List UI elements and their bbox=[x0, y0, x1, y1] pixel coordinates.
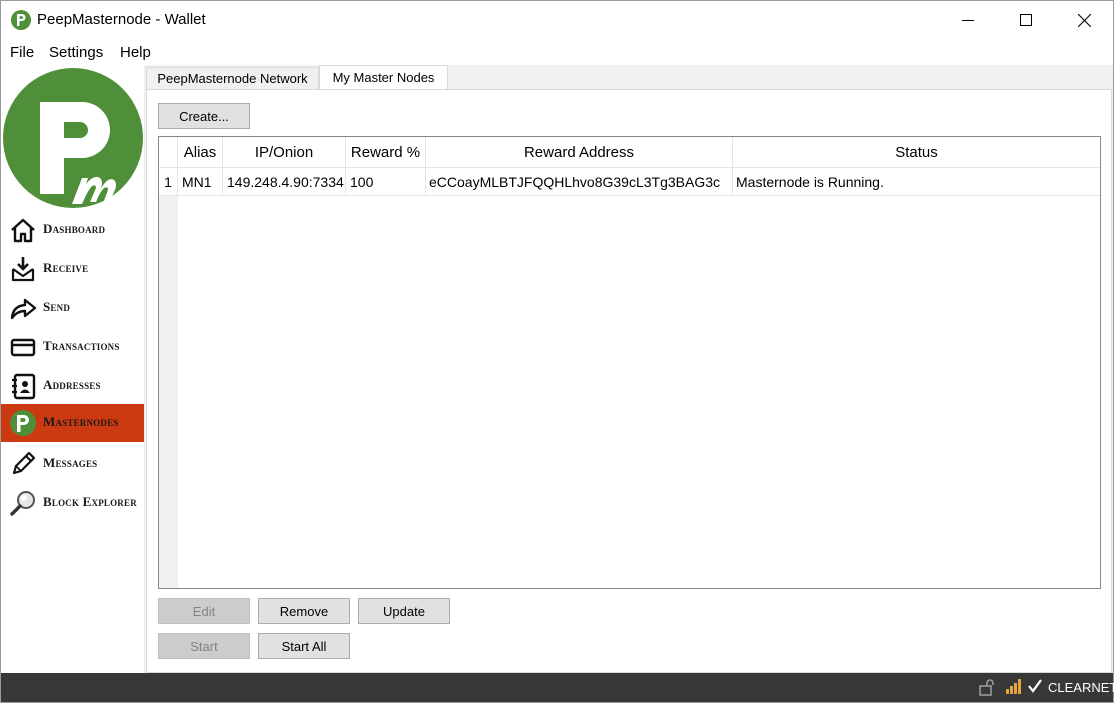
cell-alias[interactable]: MN1 bbox=[178, 168, 223, 196]
send-arrow-icon bbox=[10, 298, 37, 320]
minimize-icon bbox=[962, 20, 974, 21]
check-icon bbox=[1028, 679, 1042, 693]
signal-icon[interactable] bbox=[1005, 677, 1023, 695]
nav-block-explorer[interactable]: Block Explorer bbox=[1, 484, 144, 522]
row-header-column bbox=[159, 137, 178, 588]
start-all-button[interactable]: Start All bbox=[258, 633, 350, 659]
start-button[interactable]: Start bbox=[158, 633, 250, 659]
row-number: 1 bbox=[159, 168, 178, 196]
nav-send[interactable]: Send bbox=[1, 289, 144, 327]
close-icon bbox=[1077, 13, 1091, 27]
nav-send-label: Send bbox=[43, 299, 71, 314]
masternode-table[interactable]: Alias IP/Onion Reward % Reward Address S… bbox=[158, 136, 1101, 589]
nav-masternodes-label: Masternodes bbox=[43, 414, 119, 429]
cell-reward-pct[interactable]: 100 bbox=[346, 168, 426, 196]
receive-icon bbox=[11, 257, 35, 282]
window-title: PeepMasternode - Wallet bbox=[37, 11, 206, 28]
sidebar: Dashboard Receive Send Transactions Addr… bbox=[1, 65, 144, 673]
card-icon bbox=[10, 338, 36, 357]
app-logo-icon bbox=[11, 10, 31, 30]
column-header-reward-address[interactable]: Reward Address bbox=[426, 137, 733, 168]
remove-button[interactable]: Remove bbox=[258, 598, 350, 624]
app-window: PeepMasternode - Wallet File Settings He… bbox=[0, 0, 1114, 703]
table-corner bbox=[159, 137, 178, 168]
nav-masternodes[interactable]: Masternodes bbox=[1, 404, 144, 442]
lock-icon[interactable] bbox=[977, 678, 995, 696]
menu-bar: File Settings Help bbox=[1, 39, 1113, 65]
tab-my-master-nodes[interactable]: My Master Nodes bbox=[319, 65, 448, 89]
magnifier-icon bbox=[10, 491, 35, 516]
nav-messages-label: Messages bbox=[43, 455, 98, 470]
network-mode-label: CLEARNET bbox=[1048, 680, 1114, 695]
cell-ip[interactable]: 149.248.4.90:7334 bbox=[223, 168, 346, 196]
home-icon bbox=[11, 218, 35, 243]
pm-logo-icon bbox=[10, 410, 36, 436]
maximize-icon bbox=[1020, 14, 1032, 26]
pencil-icon bbox=[12, 451, 36, 475]
nav-addresses-label: Addresses bbox=[43, 377, 101, 392]
title-bar: PeepMasternode - Wallet bbox=[1, 1, 1113, 39]
minimize-button[interactable] bbox=[939, 1, 997, 39]
create-button[interactable]: Create... bbox=[158, 103, 250, 129]
menu-file[interactable]: File bbox=[10, 44, 34, 61]
column-header-reward-pct[interactable]: Reward % bbox=[346, 137, 426, 168]
cell-reward-address[interactable]: eCCoayMLBTJFQQHLhvo8G39cL3Tg3BAG3c bbox=[426, 168, 733, 196]
update-button[interactable]: Update bbox=[358, 598, 450, 624]
nav-dashboard-label: Dashboard bbox=[43, 221, 106, 236]
tab-peepmasternode-network[interactable]: PeepMasternode Network bbox=[146, 67, 319, 89]
menu-settings[interactable]: Settings bbox=[49, 44, 103, 61]
nav-addresses[interactable]: Addresses bbox=[1, 367, 144, 405]
edit-button[interactable]: Edit bbox=[158, 598, 250, 624]
cell-status[interactable]: Masternode is Running. bbox=[733, 168, 1100, 196]
menu-help[interactable]: Help bbox=[120, 44, 151, 61]
nav-messages[interactable]: Messages bbox=[1, 445, 144, 483]
nav-block-explorer-label: Block Explorer bbox=[43, 494, 137, 509]
column-header-alias[interactable]: Alias bbox=[178, 137, 223, 168]
nav-transactions[interactable]: Transactions bbox=[1, 328, 144, 366]
my-master-nodes-panel: Create... Alias IP/Onion Reward % Reward… bbox=[146, 89, 1112, 673]
close-button[interactable] bbox=[1055, 1, 1113, 39]
nav-transactions-label: Transactions bbox=[43, 338, 120, 353]
nav-receive[interactable]: Receive bbox=[1, 250, 144, 288]
status-bar: CLEARNET bbox=[1, 673, 1114, 702]
main-area: PeepMasternode Network My Master Nodes C… bbox=[144, 65, 1113, 673]
address-book-icon bbox=[12, 373, 36, 400]
tab-bar: PeepMasternode Network My Master Nodes bbox=[144, 65, 1113, 89]
column-header-status[interactable]: Status bbox=[733, 137, 1100, 168]
nav-dashboard[interactable]: Dashboard bbox=[1, 211, 144, 249]
maximize-button[interactable] bbox=[997, 1, 1055, 39]
pm-logo bbox=[3, 68, 143, 208]
nav-receive-label: Receive bbox=[43, 260, 89, 275]
column-header-ip[interactable]: IP/Onion bbox=[223, 137, 346, 168]
